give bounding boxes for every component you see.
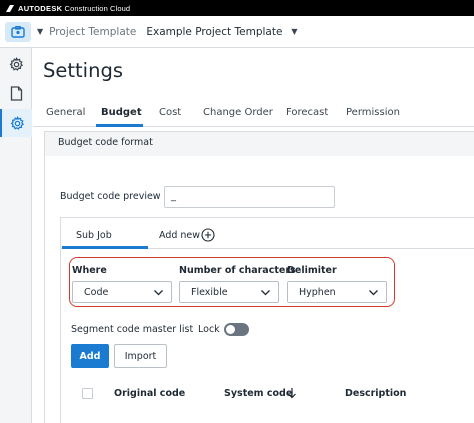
budget-code-format-panel: Budget code format Budget code preview _…: [44, 131, 474, 423]
gear-icon: [9, 56, 23, 71]
delimiter-select-value: Hyphen: [299, 287, 336, 298]
gear-icon: [10, 115, 24, 130]
chevron-down-icon: [369, 290, 378, 296]
select-all-checkbox[interactable]: [82, 388, 93, 399]
tab-change-order[interactable]: Change Order: [203, 107, 273, 118]
autodesk-logo-icon: [6, 4, 14, 12]
column-header-description[interactable]: Description: [345, 388, 406, 399]
project-name-caret-icon[interactable]: ▼: [291, 27, 297, 36]
chevron-down-icon: [261, 290, 270, 296]
add-button[interactable]: Add: [71, 344, 109, 368]
column-header-original-code[interactable]: Original code: [114, 388, 185, 399]
where-select-value: Code: [84, 287, 109, 298]
delimiter-select[interactable]: Hyphen: [287, 281, 387, 303]
sidebar-item-documents[interactable]: [0, 79, 32, 107]
arrow-down-sort-icon[interactable]: [287, 387, 297, 399]
main-content: Settings General Budget Cost Change Orde…: [33, 49, 474, 423]
lock-label: Lock: [198, 324, 220, 335]
document-icon: [10, 85, 22, 101]
project-bar: ▼ Project Template Example Project Templ…: [0, 16, 474, 48]
top-brand-bar: AUTODESK Construction Cloud: [0, 0, 474, 16]
tab-general[interactable]: General: [46, 107, 85, 118]
where-select[interactable]: Code: [72, 281, 172, 303]
lock-toggle-knob: [226, 325, 235, 334]
where-label: Where: [72, 265, 107, 276]
budget-code-preview-label: Budget code preview: [60, 191, 161, 202]
project-switcher-caret-icon[interactable]: ▼: [37, 27, 43, 36]
left-sidebar: [0, 48, 32, 423]
section-title: Budget code format: [58, 137, 153, 148]
panel-body: Budget code preview _ Sub Job Add new Wh…: [45, 156, 474, 423]
tab-permission[interactable]: Permission: [346, 107, 400, 118]
page-title: Settings: [43, 59, 123, 82]
tab-sub-job[interactable]: Sub Job: [76, 230, 112, 241]
segment-card: Sub Job Add new Where Number of characte…: [60, 217, 474, 423]
tab-add-new[interactable]: Add new: [159, 230, 200, 241]
chevron-down-icon: [154, 290, 163, 296]
panel-header: Budget code format: [45, 132, 474, 156]
active-tab-indicator: [96, 124, 143, 127]
tab-budget[interactable]: Budget: [101, 107, 142, 118]
project-switcher-icon[interactable]: [5, 21, 31, 42]
lock-toggle[interactable]: [224, 323, 249, 336]
delimiter-label: Delimiter: [287, 265, 337, 276]
number-of-characters-select[interactable]: Flexible: [179, 281, 279, 303]
import-button[interactable]: Import: [114, 344, 167, 368]
add-circle-icon[interactable]: [201, 228, 215, 242]
brand-name: AUTODESK Construction Cloud: [18, 3, 131, 13]
tab-forecast[interactable]: Forecast: [286, 107, 328, 118]
sidebar-item-settings-active[interactable]: [0, 109, 32, 137]
number-of-characters-label: Number of characters: [179, 265, 296, 276]
column-header-system-code[interactable]: System code: [224, 388, 292, 399]
segment-tabs: Sub Job Add new: [61, 218, 474, 249]
sidebar-item-settings[interactable]: [0, 50, 32, 78]
active-subtab-indicator: [62, 246, 148, 249]
segment-code-master-list-label: Segment code master list: [71, 324, 194, 335]
number-of-characters-value: Flexible: [191, 287, 228, 298]
budget-code-preview-field: _: [164, 186, 335, 208]
project-name[interactable]: Example Project Template: [146, 26, 282, 38]
tab-cost[interactable]: Cost: [159, 107, 181, 118]
project-template-label: Project Template: [49, 25, 137, 38]
